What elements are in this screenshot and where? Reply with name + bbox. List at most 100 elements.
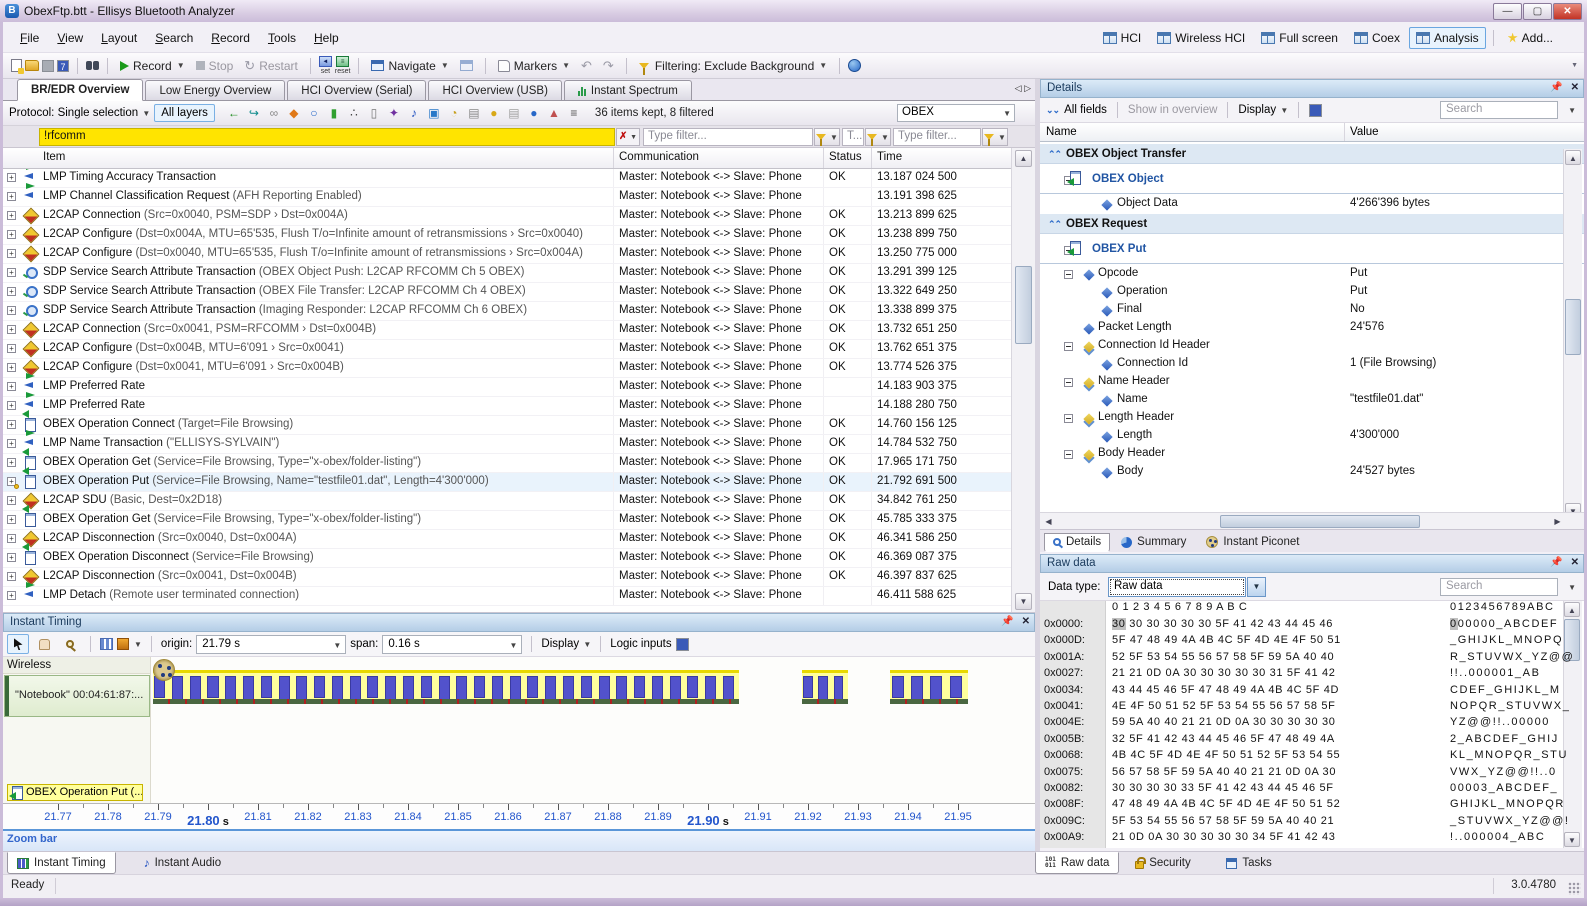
add-view-button[interactable]: Add... (1501, 27, 1560, 49)
expand-icon[interactable]: + (7, 420, 16, 429)
tab-raw-data[interactable]: 101011Raw data (1035, 852, 1119, 874)
tab-scroll-buttons[interactable]: ◁ ▷ (1015, 83, 1031, 94)
zoom-bar[interactable]: Zoom bar (3, 829, 1035, 851)
clock-icon[interactable]: ◔ (447, 106, 461, 120)
details-section[interactable]: ⌃⌃OBEX Object Transfer (1040, 142, 1584, 164)
reset-button[interactable]: ≡reset (335, 56, 351, 75)
next-marker-button[interactable]: ↷ (599, 57, 618, 74)
details-field[interactable]: Name"testfile01.dat" (1040, 390, 1584, 408)
timing-pin-icon[interactable]: 📌 (1001, 616, 1013, 627)
go-to-button[interactable] (456, 58, 477, 73)
columns-view-icon[interactable] (100, 638, 113, 650)
details-field[interactable]: OpcodePut (1040, 264, 1584, 282)
menu-item-tools[interactable]: Tools (259, 28, 305, 48)
collapse-chevron-icon[interactable]: ⌃⌃ (1048, 149, 1061, 160)
hex-row[interactable]: 0x001A:52 5F 53 54 55 56 57 58 5F 59 5A … (1040, 651, 1584, 667)
hex-row[interactable]: 0x008F:47 48 49 4A 4B 4C 5F 4D 4E 4F 50 … (1040, 798, 1584, 814)
details-field[interactable]: Packet Length24'576 (1040, 318, 1584, 336)
details-field[interactable]: Length4'300'000 (1040, 426, 1584, 444)
select-tool-button[interactable] (7, 634, 29, 654)
pin-icon[interactable]: 📌 (1550, 82, 1562, 93)
table-row[interactable]: +OBEX Operation Disconnect (Service=File… (3, 549, 1011, 568)
details-field[interactable]: Object Data4'266'396 bytes (1040, 194, 1584, 212)
table-row[interactable]: +LMP Preferred RateMaster: Notebook <-> … (3, 378, 1011, 397)
status-filter-funnel[interactable]: ▼ (865, 128, 891, 146)
restart-button[interactable]: ↻Restart (240, 57, 302, 75)
minimize-button[interactable]: — (1493, 3, 1522, 20)
collapse-minus-icon[interactable] (1064, 450, 1073, 459)
binary-calc-icon[interactable]: ≡ (567, 106, 581, 120)
table-row[interactable]: +L2CAP Connection (Src=0x0041, PSM=RFCOM… (3, 321, 1011, 340)
rawdata-search-drop[interactable]: ▼ (1568, 583, 1576, 592)
origin-input[interactable]: 21.79 s▼ (196, 635, 346, 654)
magnifier-icon[interactable]: ○ (307, 106, 321, 120)
rawdata-search-input[interactable]: Search (1440, 578, 1558, 596)
hex-row[interactable]: 0x004E:59 5A 40 40 21 21 0D 0A 30 30 30 … (1040, 716, 1584, 732)
timing-waveform[interactable] (151, 657, 1033, 803)
expand-icon[interactable]: + (7, 401, 16, 410)
table-scrollbar[interactable]: ▲ ▼ (1011, 148, 1035, 612)
menu-item-search[interactable]: Search (146, 28, 202, 48)
table-row[interactable]: +L2CAP Disconnection (Src=0x0041, Dst=0x… (3, 568, 1011, 587)
table-row[interactable]: +LMP Detach (Remote user terminated conn… (3, 587, 1011, 606)
open-file-icon[interactable] (25, 60, 39, 71)
battery-icon[interactable]: ▮ (327, 106, 341, 120)
save-icon[interactable] (42, 60, 54, 72)
tab-summary[interactable]: Summary (1112, 533, 1195, 552)
close-panel-icon[interactable]: ✕ (1571, 82, 1579, 93)
export-icon[interactable]: 7 (57, 60, 69, 72)
expand-icon[interactable]: + (7, 192, 16, 201)
tab-instant-timing[interactable]: Instant Timing (7, 852, 116, 874)
menu-item-view[interactable]: View (48, 28, 92, 48)
collapse-minus-icon[interactable] (1064, 378, 1073, 387)
zoom-tool-button[interactable] (59, 634, 81, 654)
view-button-coex[interactable]: Coex (1347, 27, 1407, 49)
device-row[interactable]: "Notebook" 00:04:61:87:... (4, 675, 150, 717)
collapse-chevron-icon[interactable]: ⌃⌃ (1048, 219, 1061, 230)
expand-icon[interactable]: + (7, 344, 16, 353)
star-icon[interactable]: ✦ (387, 106, 401, 120)
tab-hci-overview-serial[interactable]: HCI Overview (Serial) (287, 80, 426, 100)
item-filter-input[interactable]: !rfcomm (39, 128, 615, 146)
copy-details-icon[interactable] (1309, 104, 1322, 117)
details-scroll-up-icon[interactable]: ▲ (1565, 150, 1581, 165)
all-layers-button[interactable]: All layers (154, 104, 215, 122)
table-row[interactable]: +SDP Service Search Attribute Transactio… (3, 283, 1011, 302)
tab-security[interactable]: Security (1126, 852, 1200, 874)
menu-item-record[interactable]: Record (202, 28, 259, 48)
logic-inputs-button[interactable]: Logic inputs (610, 638, 671, 650)
help-globe-icon[interactable] (848, 59, 861, 72)
hex-row[interactable]: 0x0041:4E 4F 50 51 52 5F 53 54 55 56 57 … (1040, 700, 1584, 716)
display-mode-icon[interactable] (117, 638, 129, 650)
details-scroll-thumb[interactable] (1565, 299, 1581, 355)
view-button-wireless-hci[interactable]: Wireless HCI (1150, 27, 1252, 49)
menu-item-help[interactable]: Help (305, 28, 348, 48)
view-button-hci[interactable]: HCI (1096, 27, 1149, 49)
navigate-button[interactable]: Navigate▼ (367, 57, 452, 75)
hex-row[interactable]: 0x005B:32 5F 41 42 43 44 45 46 5F 47 48 … (1040, 733, 1584, 749)
details-search-drop[interactable]: ▼ (1568, 106, 1576, 115)
time-axis[interactable]: 21.7721.7821.7921.80 s21.8121.8221.8321.… (3, 803, 1035, 829)
clear-filter-button[interactable]: ✗ ▼ (616, 128, 640, 146)
expand-icon[interactable]: + (7, 591, 16, 600)
table-row[interactable]: +LMP Name Transaction ("ELLISYS-SYLVAIN"… (3, 435, 1011, 454)
table-row[interactable]: +OBEX Operation Get (Service=File Browsi… (3, 511, 1011, 530)
expand-icon[interactable]: + (7, 534, 16, 543)
rawdata-close-icon[interactable]: ✕ (1571, 557, 1579, 568)
page-icon[interactable]: ▤ (507, 106, 521, 120)
tab-hci-overview-usb[interactable]: HCI Overview (USB) (428, 80, 561, 100)
table-row[interactable]: +OBEX Operation Put (Service=File Browsi… (3, 473, 1011, 492)
table-row[interactable]: +OBEX Operation Get (Service=File Browsi… (3, 454, 1011, 473)
expand-icon[interactable]: + (7, 268, 16, 277)
bell-icon[interactable]: ◆ (287, 106, 301, 120)
protocol-select[interactable]: OBEX▼ (897, 104, 1015, 122)
timing-display-button[interactable]: Display ▼ (541, 638, 591, 650)
expand-icon[interactable]: + (7, 515, 16, 524)
mouse-icon[interactable]: ▯ (367, 106, 381, 120)
table-row[interactable]: +L2CAP Disconnection (Src=0x0040, Dst=0x… (3, 530, 1011, 549)
details-panel-header[interactable]: Details 📌✕ (1040, 79, 1584, 98)
table-scroll-thumb[interactable] (1015, 266, 1032, 344)
data-type-select[interactable]: Raw data (1108, 577, 1246, 597)
show-in-overview-button[interactable]: Show in overview (1128, 104, 1217, 116)
time-filter-input[interactable]: Type filter... (893, 128, 981, 146)
